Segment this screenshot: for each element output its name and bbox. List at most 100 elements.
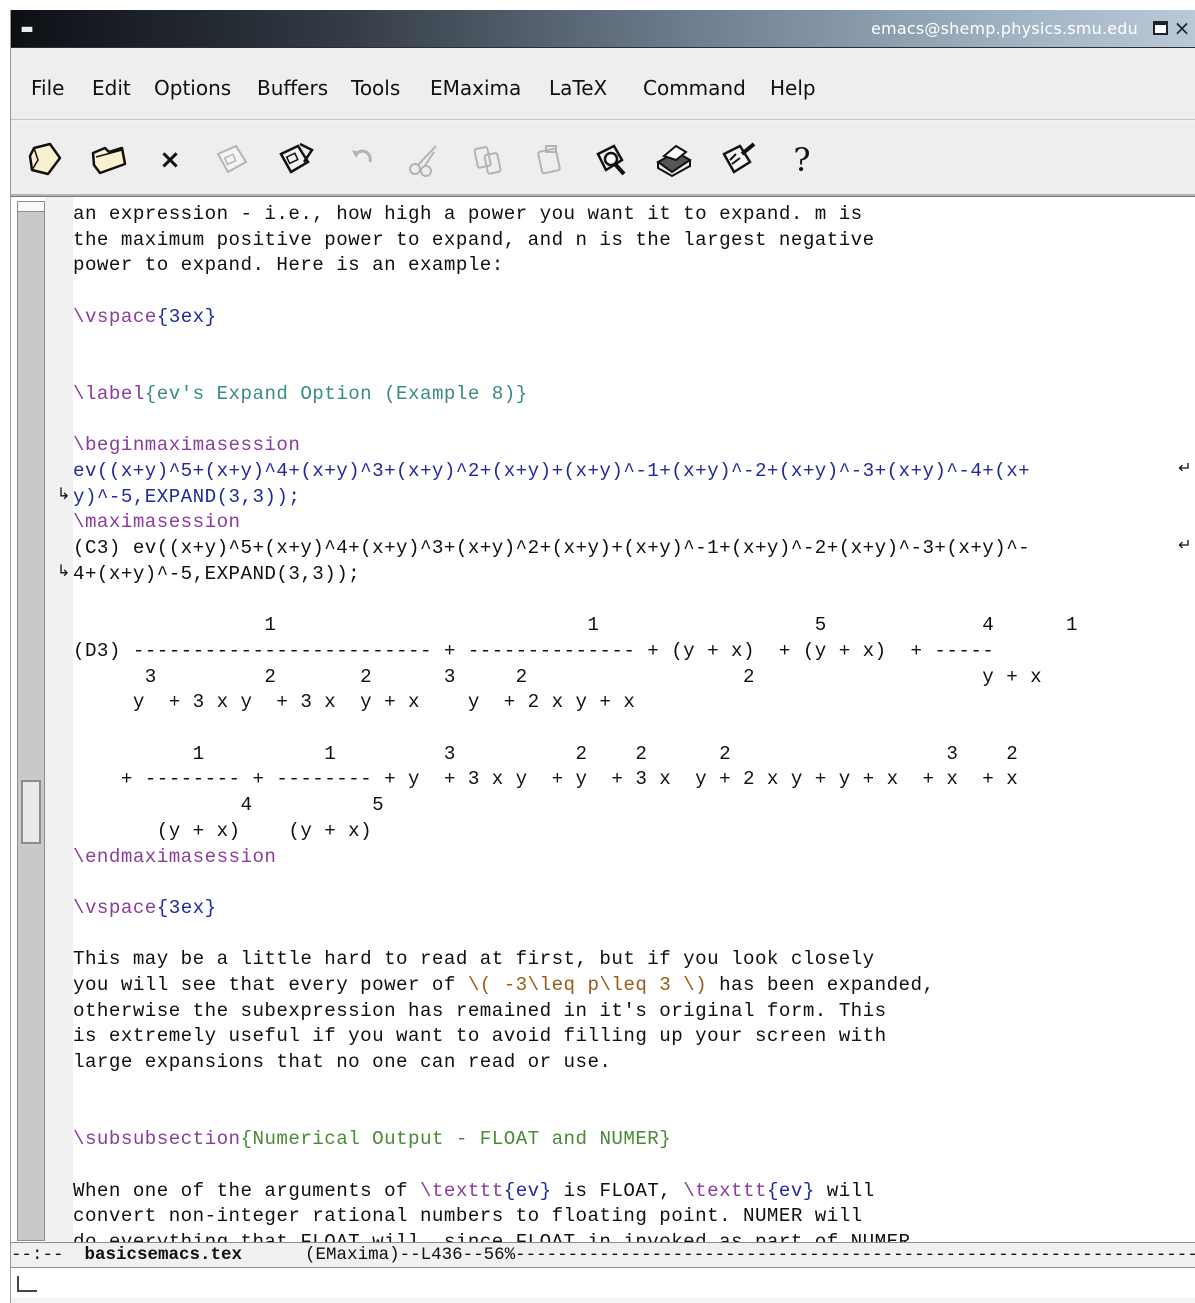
save-as-icon[interactable] [275,139,317,181]
line-continuation-icon: ↵ [1178,460,1192,478]
buffer-line[interactable]: \maximasession [73,509,241,535]
buffer-line[interactable]: (D3) ------------------------- + -------… [73,638,994,664]
buffer-line[interactable]: y + 3 x y + 3 x y + x y + 2 x y + x [73,689,635,715]
scrollbar-thumb[interactable] [21,780,41,844]
buffer-text-segment: \( -3\leq p\leq 3 \) [467,974,708,996]
buffer-text-segment: power to expand. Here is an example: [73,254,504,277]
buffer-line[interactable]: you will see that every power of \( -3\l… [73,972,934,998]
buffer-line[interactable]: 1 1 5 4 1 [73,612,1078,638]
menu-tools[interactable]: Tools [351,74,400,102]
buffer-text-segment: (C3) ev((x+y)^5+(x+y)^4+(x+y)^3+(x+y)^2+… [73,537,1031,560]
search-icon[interactable] [591,139,633,181]
buffer-text-segment: {3ex} [156,896,217,919]
menu-edit[interactable]: Edit [92,74,131,102]
menu-file[interactable]: File [31,74,64,102]
buffer-line[interactable]: \subsubsection{Numerical Output - FLOAT … [73,1126,671,1152]
buffer-line[interactable]: This may be a little hard to read at fir… [73,946,875,972]
buffer-text-segment: {ev} [766,1179,815,1202]
buffer-text-segment: {ev's Expand Option (Example 8)} [144,382,528,405]
open-folder-icon[interactable] [87,139,129,181]
buffer-text[interactable]: an expression - i.e., how high a power y… [57,197,1195,1253]
buffer-text-segment: 1 1 3 2 2 2 3 2 [73,742,1019,765]
line-continuation-icon: ↵ [1178,537,1192,556]
toolbar: × ? [11,121,1195,196]
buffer-text-segment: 3 2 2 3 2 2 y + x [73,665,1043,688]
buffer-line[interactable]: ev((x+y)^5+(x+y)^4+(x+y)^3+(x+y)^2+(x+y)… [73,458,1030,484]
buffer-line[interactable]: (C3) ev((x+y)^5+(x+y)^4+(x+y)^3+(x+y)^2+… [73,535,1030,561]
buffer-line[interactable]: + -------- + -------- + y + 3 x y + y + … [73,766,1018,792]
buffer-line[interactable]: \endmaximasession [73,844,276,870]
save-icon[interactable] [211,139,253,181]
open-file-icon[interactable] [25,139,67,181]
menu-latex[interactable]: LaTeX [549,74,607,102]
modeline-mode-info: (EMaxima)--L436--56% [242,1245,516,1265]
buffer-line[interactable]: When one of the arguments of \texttt{ev}… [73,1178,875,1204]
buffer-text-segment: \vspace [73,305,157,328]
buffer-text-segment: has been expanded, [707,974,935,996]
buffer-text-segment: \label [73,382,145,405]
buffer-text-segment: 4 5 [73,794,385,817]
buffer-text-segment: \beginmaximasession [73,434,301,457]
modeline-status: --:-- [11,1245,85,1265]
buffer-line[interactable]: 4 5 [73,792,384,818]
buffer-text-segment: convert non-integer rational numbers to … [73,1205,863,1228]
buffer-text-segment: \endmaximasession [73,845,277,868]
buffer-text-segment: \maximasession [73,511,241,534]
menu-buffers[interactable]: Buffers [257,74,328,102]
buffer-line[interactable]: 3 2 2 3 2 2 y + x [73,664,1042,690]
buffer-line[interactable]: \beginmaximasession [73,432,300,458]
print-icon[interactable] [653,139,695,181]
left-fringe [45,197,73,1243]
maximize-button[interactable] [1153,21,1168,35]
menu-options[interactable]: Options [154,74,231,102]
minibuffer[interactable] [11,1268,1195,1298]
customize-icon[interactable] [717,139,759,181]
buffer-text-segment: y + 3 x y + 3 x y + x y + 2 x y + x [73,691,636,714]
editor-area[interactable]: an expression - i.e., how high a power y… [11,196,1195,1253]
buffer-text-segment: an expression - i.e., how high a power y… [73,203,863,225]
buffer-text-segment: (D3) ------------------------- + -------… [73,639,995,662]
buffer-line[interactable]: (y + x) (y + x) [73,818,372,844]
buffer-line[interactable]: \vspace{3ex} [73,304,217,330]
buffer-line[interactable]: 1 1 3 2 2 2 3 2 [73,741,1018,767]
buffer-line[interactable]: power to expand. Here is an example: [73,252,504,278]
close-window-button[interactable]: × [1172,15,1192,41]
title-bar[interactable]: ▬ emacs@shemp.physics.smu.edu × [11,10,1195,48]
buffer-line[interactable]: y)^-5,EXPAND(3,3)); [73,484,300,510]
help-icon[interactable]: ? [781,139,823,181]
buffer-line[interactable]: otherwise the subexpression has remained… [73,998,887,1024]
buffer-text-segment: \subsubsection [73,1128,241,1151]
menu-command[interactable]: Command [643,74,746,102]
buffer-text-segment: ev((x+y)^5+(x+y)^4+(x+y)^3+(x+y)^2+(x+y)… [73,460,1031,482]
buffer-text-segment: \texttt [419,1179,504,1202]
buffer-text-segment: When one of the arguments of [73,1179,420,1202]
window-menu-button[interactable]: ▬ [17,20,37,38]
buffer-text-segment: 4+(x+y)^-5,EXPAND(3,3)); [73,562,361,585]
undo-icon[interactable] [341,139,383,181]
buffer-line[interactable]: 4+(x+y)^-5,EXPAND(3,3)); [73,561,360,587]
mode-line[interactable]: --:-- basicsemacs.tex (EMaxima)--L436--5… [11,1242,1195,1268]
buffer-line[interactable]: is extremely useful if you want to avoid… [73,1023,887,1049]
menu-help[interactable]: Help [770,74,816,102]
buffer-line[interactable]: large expansions that no one can read or… [73,1049,611,1075]
cut-icon[interactable] [403,139,445,181]
buffer-text-segment: {ev} [503,1179,552,1202]
buffer-line[interactable]: \vspace{3ex} [73,895,217,921]
buffer-line[interactable]: convert non-integer rational numbers to … [73,1203,863,1229]
buffer-text-segment: otherwise the subexpression has remained… [73,999,887,1022]
buffer-text-segment: (y + x) (y + x) [73,819,373,842]
buffer-text-segment: is FLOAT, [551,1179,684,1202]
buffer-line[interactable]: the maximum positive power to expand, an… [73,227,875,253]
menu-emaxima[interactable]: EMaxima [430,74,521,102]
menu-bar: File Edit Options Buffers Tools EMaxima … [11,48,1195,120]
buffer-text-segment: is extremely useful if you want to avoid… [73,1025,887,1048]
emacs-window: ▬ emacs@shemp.physics.smu.edu × File Edi… [10,10,1195,1303]
vertical-scrollbar[interactable] [17,201,45,1241]
buffer-line[interactable]: an expression - i.e., how high a power y… [73,201,863,227]
paste-icon[interactable] [529,139,571,181]
buffer-text-segment: {3ex} [156,305,217,328]
close-buffer-icon[interactable]: × [149,139,191,181]
copy-icon[interactable] [467,139,509,181]
modeline-buffer-name: basicsemacs.tex [84,1245,243,1265]
buffer-line[interactable]: \label{ev's Expand Option (Example 8)} [73,381,528,407]
